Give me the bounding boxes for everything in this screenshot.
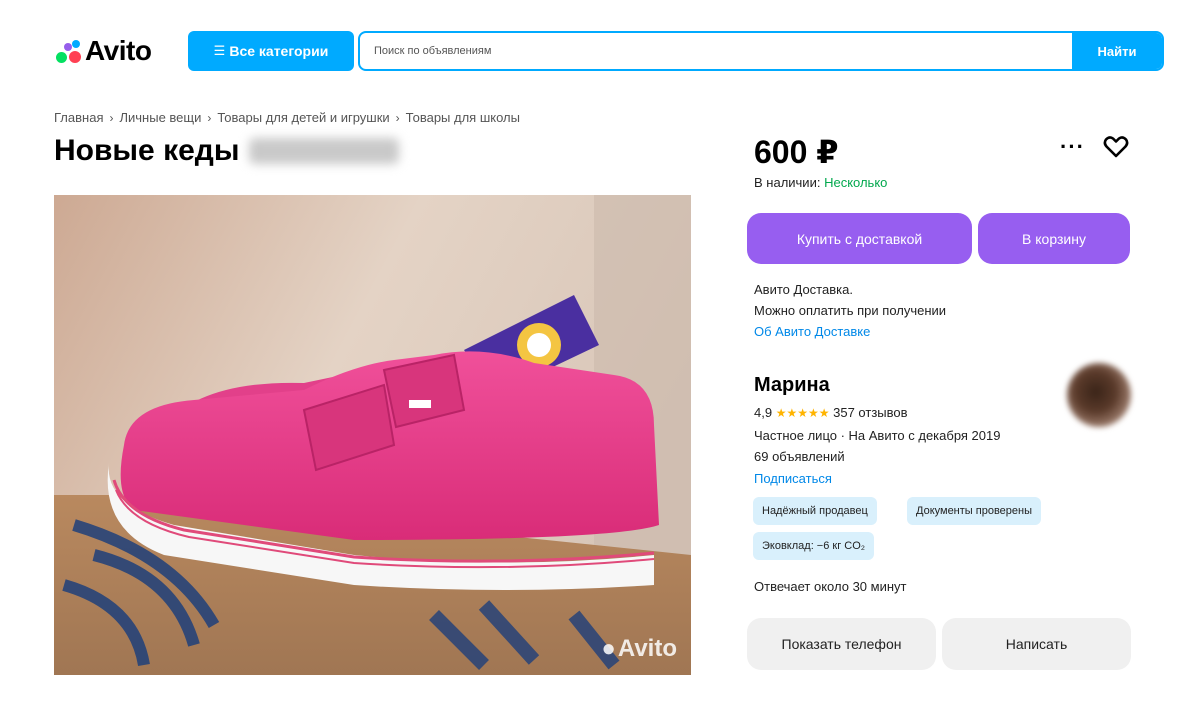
seller-avatar[interactable] — [1067, 363, 1131, 427]
search-input[interactable] — [360, 33, 1072, 69]
logo-text: Avito — [85, 35, 152, 66]
breadcrumb-item-personal[interactable]: Личные вещи — [119, 110, 201, 125]
delivery-info: Авито Доставка. Можно оплатить при получ… — [754, 279, 946, 342]
breadcrumb-item-kids[interactable]: Товары для детей и игрушки — [217, 110, 389, 125]
add-to-cart-button[interactable]: В корзину — [978, 213, 1130, 264]
price: 600 ₽ — [754, 134, 839, 170]
chevron-right-icon: › — [109, 110, 114, 125]
availability: В наличии: Несколько — [754, 175, 887, 190]
chevron-right-icon: › — [395, 110, 400, 125]
page-title: Новые кеды — [54, 134, 400, 168]
rating-stars-icon: ★★★★★ — [775, 406, 830, 420]
sneakers-photo — [54, 195, 691, 675]
watermark-dots-icon: ● — [601, 635, 616, 662]
seller-rating: 4,9 — [754, 405, 773, 420]
seller-rating-row: 4,9 ★★★★★ 357 отзывов — [754, 402, 1000, 425]
subscribe-link[interactable]: Подписаться — [754, 468, 1000, 490]
breadcrumb-item-home[interactable]: Главная — [54, 110, 103, 125]
write-message-button[interactable]: Написать — [942, 618, 1131, 670]
about-delivery-link[interactable]: Об Авито Доставке — [754, 321, 946, 342]
favorite-heart-icon[interactable] — [1103, 135, 1129, 159]
search-bar: Найти — [358, 31, 1164, 71]
seller-listings-count[interactable]: 69 объявлений — [754, 446, 1000, 468]
response-time: Отвечает около 30 минут — [754, 579, 907, 594]
logo-dots-icon — [54, 39, 82, 63]
blurred-brand — [249, 138, 400, 164]
all-categories-button[interactable]: ☰ Все категории — [188, 31, 354, 71]
all-categories-label: Все категории — [229, 43, 329, 59]
show-phone-button[interactable]: Показать телефон — [747, 618, 936, 670]
more-options-icon[interactable]: ··· — [1060, 134, 1085, 160]
photo-watermark: ● Avito — [601, 635, 677, 663]
badge-documents-verified[interactable]: Документы проверены — [907, 497, 1042, 525]
breadcrumb: Главная › Личные вещи › Товары для детей… — [54, 110, 520, 125]
buy-with-delivery-button[interactable]: Купить с доставкой — [747, 213, 972, 264]
chevron-right-icon: › — [207, 110, 212, 125]
badge-reliable-seller[interactable]: Надёжный продавец — [753, 497, 877, 525]
seller-name[interactable]: Марина — [754, 374, 830, 397]
delivery-line-2: Можно оплатить при получении — [754, 303, 947, 318]
delivery-line-1: Авито Доставка. — [754, 282, 853, 297]
listing-photo[interactable]: ● Avito — [54, 195, 691, 675]
avito-logo[interactable]: Avito — [54, 35, 152, 66]
breadcrumb-item-school[interactable]: Товары для школы — [406, 110, 520, 125]
badge-eco-contribution[interactable]: Эковклад: −6 кг CO₂ — [753, 532, 875, 560]
search-button[interactable]: Найти — [1072, 33, 1162, 69]
availability-label: В наличии: — [754, 175, 821, 190]
availability-value: Несколько — [824, 175, 888, 190]
categories-search-icon: ☰ — [213, 43, 226, 58]
seller-info: 4,9 ★★★★★ 357 отзывов Частное лицо · На … — [754, 402, 1000, 489]
seller-reviews-link[interactable]: 357 отзывов — [833, 405, 907, 420]
seller-type-since: Частное лицо · На Авито с декабря 2019 — [754, 427, 1001, 443]
watermark-text: Avito — [617, 635, 677, 662]
page-title-text: Новые кеды — [54, 134, 240, 167]
